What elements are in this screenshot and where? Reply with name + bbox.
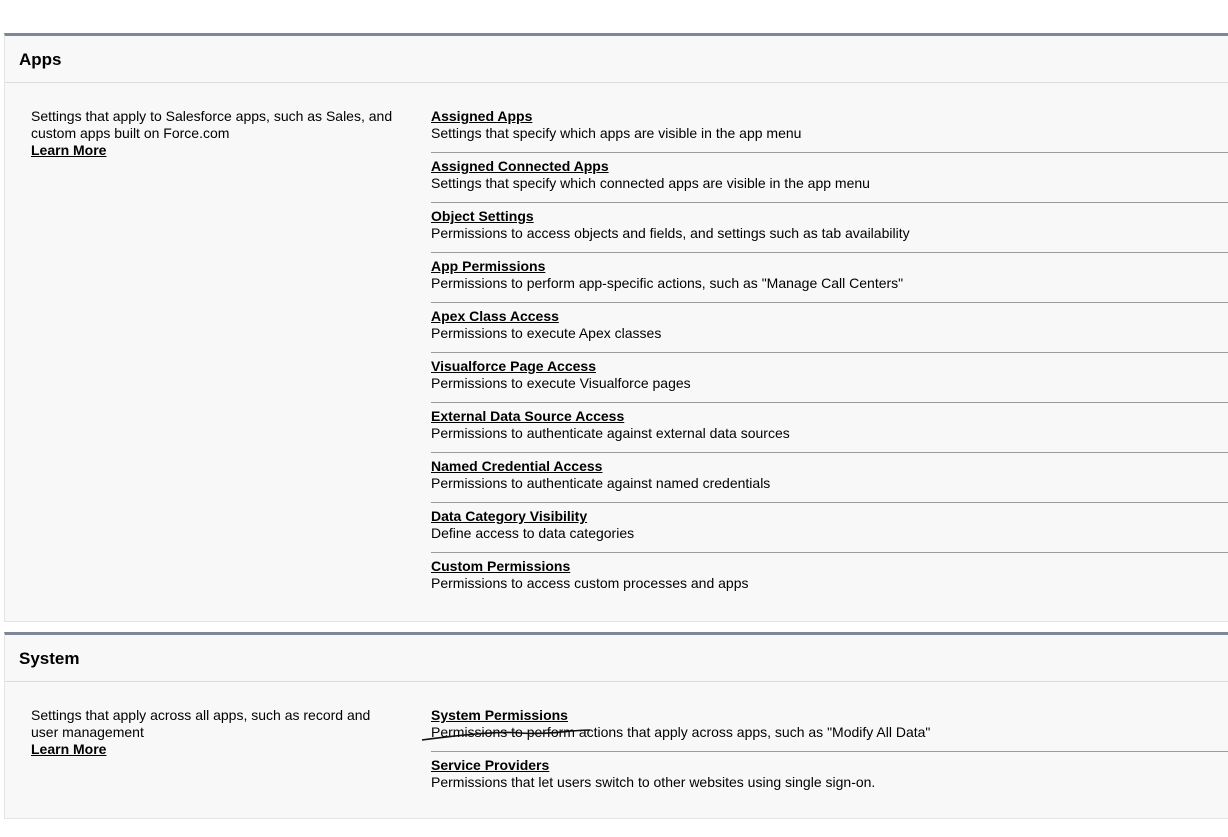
system-items-list: System Permissions Permissions to perform…	[431, 702, 1228, 802]
settings-item-description: Settings that specify which apps are vis…	[431, 125, 802, 141]
settings-item: App Permissions Permissions to perform ap…	[431, 253, 1228, 303]
settings-item-link[interactable]: Assigned Connected Apps	[431, 158, 1228, 175]
settings-item-description: Permissions to access objects and fields…	[431, 225, 910, 241]
settings-item-description: Permissions to access custom processes a…	[431, 575, 749, 591]
section-description: Settings that apply to Salesforce apps, …	[31, 108, 401, 159]
settings-item-description: Permissions to authenticate against exte…	[431, 425, 790, 441]
settings-item: Visualforce Page Access Permissions to ex…	[431, 353, 1228, 403]
settings-item-link[interactable]: Object Settings	[431, 208, 1228, 225]
apps-items-list: Assigned Apps Settings that specify which…	[431, 103, 1228, 603]
description-text: Settings that apply across all apps, suc…	[31, 707, 371, 740]
settings-item-description: Permissions to execute Visualforce pages	[431, 375, 691, 391]
settings-item: Object Settings Permissions to access obj…	[431, 203, 1228, 253]
apps-section: Apps Settings that apply to Salesforce a…	[4, 33, 1228, 622]
system-section: System Settings that apply across all ap…	[4, 632, 1228, 819]
settings-item-link[interactable]: App Permissions	[431, 258, 1228, 275]
settings-item: Assigned Connected Apps Settings that spe…	[431, 153, 1228, 203]
settings-item-link[interactable]: External Data Source Access	[431, 408, 1228, 425]
settings-item-description: Settings that specify which connected ap…	[431, 175, 870, 191]
settings-item-description: Permissions to execute Apex classes	[431, 325, 662, 341]
learn-more-link[interactable]: Learn More	[31, 741, 401, 758]
settings-item-link[interactable]: Service Providers	[431, 757, 1228, 774]
settings-item-link[interactable]: Visualforce Page Access	[431, 358, 1228, 375]
section-title: Apps	[19, 50, 62, 69]
settings-item: Named Credential Access Permissions to au…	[431, 453, 1228, 503]
settings-item-link[interactable]: Data Category Visibility	[431, 508, 1228, 525]
settings-item-description: Permissions to authenticate against name…	[431, 475, 771, 491]
settings-item: Data Category Visibility Define access to…	[431, 503, 1228, 553]
settings-item: Service Providers Permissions that let us…	[431, 752, 1228, 802]
system-section-header: System	[5, 635, 1228, 682]
learn-more-link[interactable]: Learn More	[31, 142, 401, 159]
settings-item-link[interactable]: Assigned Apps	[431, 108, 1228, 125]
settings-item-description: Permissions to perform app-specific acti…	[431, 275, 904, 291]
settings-item: Assigned Apps Settings that specify which…	[431, 103, 1228, 153]
section-description: Settings that apply across all apps, suc…	[31, 707, 401, 758]
description-text: Settings that apply to Salesforce apps, …	[31, 108, 393, 141]
apps-section-header: Apps	[5, 36, 1228, 83]
settings-item: Apex Class Access Permissions to execute …	[431, 303, 1228, 353]
settings-item-description: Permissions that let users switch to oth…	[431, 774, 876, 790]
settings-item-link[interactable]: Named Credential Access	[431, 458, 1228, 475]
settings-item-link[interactable]: System Permissions	[431, 707, 1228, 724]
settings-item-description: Define access to data categories	[431, 525, 635, 541]
handwritten-underline-annotation	[421, 729, 591, 741]
settings-item-link[interactable]: Custom Permissions	[431, 558, 1228, 575]
settings-item-link[interactable]: Apex Class Access	[431, 308, 1228, 325]
settings-item: External Data Source Access Permissions t…	[431, 403, 1228, 453]
section-title: System	[19, 649, 80, 668]
settings-item: Custom Permissions Permissions to access …	[431, 553, 1228, 603]
